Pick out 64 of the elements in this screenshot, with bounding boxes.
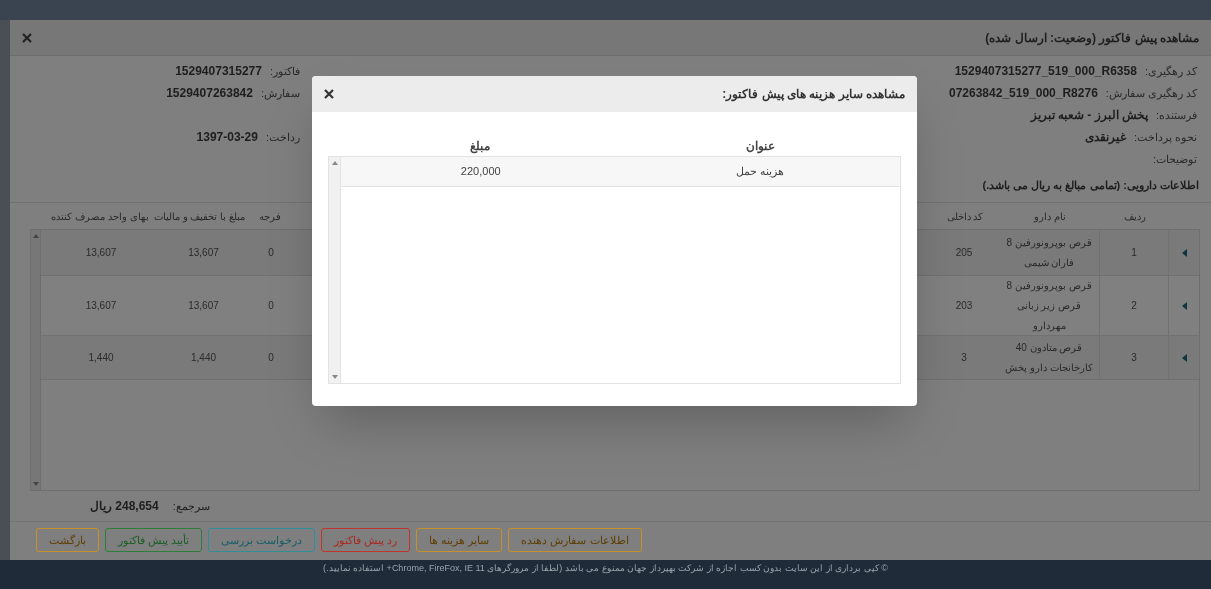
table-cell: 220,000 bbox=[460, 165, 501, 178]
caret-icon[interactable] bbox=[1181, 302, 1187, 310]
field-label: کد رهگیری سفارش: bbox=[1105, 86, 1197, 99]
column-header: نام دارو bbox=[1034, 210, 1066, 222]
caret-icon[interactable] bbox=[1181, 248, 1187, 257]
table-cell: 1,440 bbox=[191, 351, 216, 363]
scroll-down-icon[interactable] bbox=[331, 375, 338, 379]
field-label: کد رهگیری: bbox=[1144, 64, 1197, 77]
column-header: عنوان bbox=[746, 139, 776, 153]
table-cell: 13,607 bbox=[85, 246, 117, 258]
copyright-notice: © کپی برداری از این سایت بدون کسب اجازه از شرکت بهپرداز جهان ممنوع می باشد (لطفا از مرورگرهای Chrome, FireFox, IE 11+ استفاده نمایید.) bbox=[323, 562, 888, 576]
table-cell: 1,440 bbox=[88, 351, 114, 363]
table-cell: 13,607 bbox=[188, 300, 219, 311]
table-cell: 203 bbox=[955, 300, 973, 311]
total-value: 248,654 ریال bbox=[90, 498, 159, 515]
action-button[interactable]: بازگشت bbox=[36, 528, 99, 552]
field-value: 07263842_519_000_R8276 bbox=[949, 85, 1098, 102]
field-value: 1529407315277_519_000_R6358 bbox=[954, 63, 1137, 80]
table-cell: قرص بوپرونورفین 8 فاران شیمی bbox=[1006, 236, 1092, 268]
field-label: فاکتور: bbox=[269, 64, 300, 77]
field-value: 1529407315277 bbox=[175, 63, 262, 80]
field-value: 1529407263842 bbox=[166, 85, 253, 102]
scroll-up-icon[interactable] bbox=[32, 234, 39, 238]
caret-icon[interactable] bbox=[1181, 353, 1187, 362]
field-value: پخش البرز - شعبه تبریز bbox=[1030, 107, 1148, 124]
field-label: سفارش: bbox=[260, 86, 300, 99]
table-cell: 13,607 bbox=[188, 246, 219, 258]
section-title: اطلاعات دارویی: (تمامی مبالغ به ریال می باشد.) bbox=[982, 179, 1199, 191]
table-cell: هزینه حمل bbox=[736, 165, 785, 178]
table-cell: 3 bbox=[961, 351, 967, 363]
field-label: فرستنده: bbox=[1155, 108, 1197, 121]
action-button[interactable]: رد پیش فاکتور bbox=[321, 528, 411, 552]
action-button[interactable]: اطلاعات سفارش دهنده bbox=[508, 528, 642, 552]
column-header: کد داخلی bbox=[946, 210, 984, 222]
table-cell: 205 bbox=[955, 246, 973, 258]
table-cell: 0 bbox=[268, 300, 274, 311]
field-label: رداخت: bbox=[265, 130, 300, 143]
scrollbar[interactable] bbox=[31, 230, 41, 490]
column-header: فرجه bbox=[259, 210, 281, 222]
table-cell: 13,607 bbox=[85, 300, 117, 311]
table-cell: قرص بوپرونورفین 8 قرص زیر زبانی مهردارو bbox=[1006, 280, 1092, 331]
column-header: ردیف bbox=[1124, 210, 1146, 222]
scroll-down-icon[interactable] bbox=[32, 482, 39, 486]
field-value: 1397-03-29 bbox=[196, 129, 258, 146]
field-value: غیرنقدی bbox=[1084, 129, 1126, 146]
scroll-up-icon[interactable] bbox=[331, 161, 338, 165]
field-label: نحوه پرداخت: bbox=[1133, 130, 1197, 143]
table-cell-text: 1 bbox=[1131, 245, 1137, 260]
column-header: بهای واحد مصرف کننده bbox=[51, 210, 149, 222]
dialog-title: مشاهده سایر هزینه های پیش فاکتور: bbox=[722, 86, 905, 103]
table-cell: 0 bbox=[268, 246, 274, 258]
total-label: سرجمع: bbox=[172, 498, 210, 515]
column-header: مبلغ bbox=[470, 139, 491, 153]
table-cell-text: 3 bbox=[1131, 350, 1137, 365]
action-button[interactable]: تأیید پیش فاکتور bbox=[105, 528, 203, 552]
table-cell: قرص متادون 40 کارخانجات دارو پخش bbox=[1005, 341, 1093, 373]
table-cell: 0 bbox=[268, 351, 274, 363]
action-button[interactable]: درخواست بررسی bbox=[208, 528, 316, 552]
window-title: مشاهده پیش فاکتور (وضعیت: ارسال شده) bbox=[985, 29, 1199, 47]
column-header: مبلغ با تخفیف و مالیات bbox=[153, 210, 245, 222]
field-label: توضیحات: bbox=[1152, 152, 1197, 165]
close-icon[interactable] bbox=[324, 89, 334, 99]
action-button[interactable]: سایر هزینه ها bbox=[416, 528, 503, 552]
table-cell-text: 2 bbox=[1131, 299, 1137, 313]
